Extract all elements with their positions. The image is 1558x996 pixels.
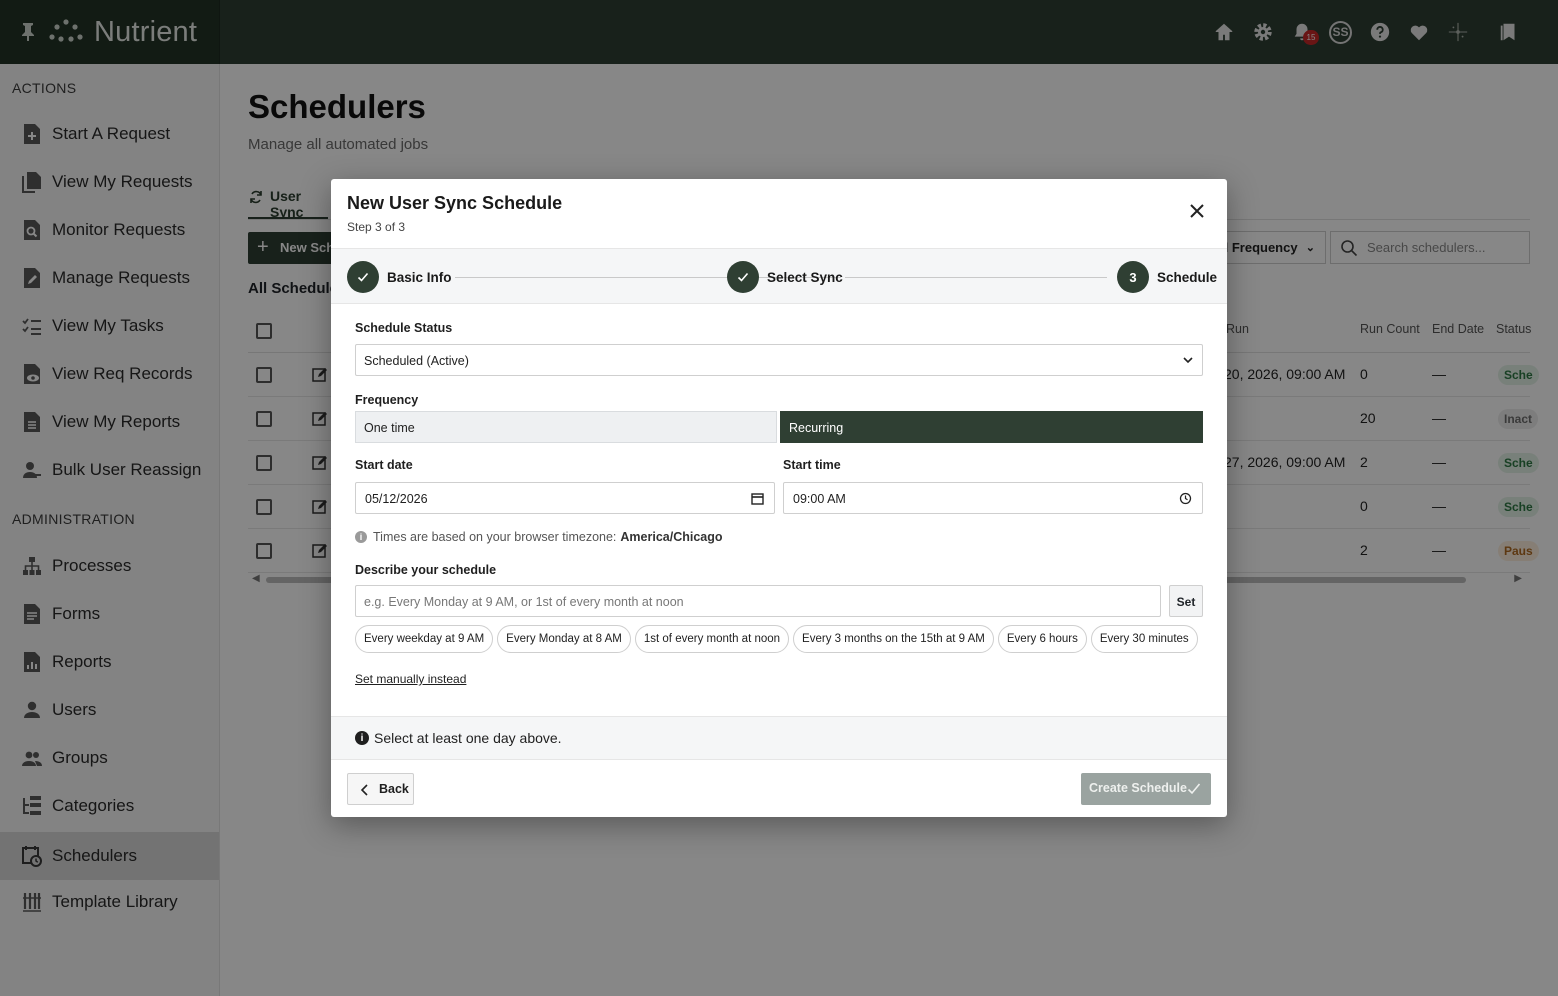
schedule-status-value: Scheduled (Active) bbox=[364, 354, 469, 368]
start-date-field[interactable]: 05/12/2026 bbox=[355, 482, 775, 514]
validation-notice-text: Select at least one day above. bbox=[374, 730, 562, 746]
describe-schedule-placeholder: e.g. Every Monday at 9 AM, or 1st of eve… bbox=[364, 595, 684, 609]
stepper: Basic Info Select Sync 3 Schedule bbox=[331, 248, 1227, 304]
start-date-value: 05/12/2026 bbox=[365, 492, 428, 506]
describe-schedule-label: Describe your schedule bbox=[355, 563, 497, 577]
clock-icon[interactable] bbox=[1179, 492, 1192, 505]
chevron-left-icon bbox=[360, 784, 368, 796]
back-button[interactable]: Back bbox=[347, 773, 414, 805]
info-icon: i bbox=[355, 531, 367, 543]
dialog-title: New User Sync Schedule bbox=[347, 193, 563, 213]
new-schedule-dialog: New User Sync Schedule Step 3 of 3 Basic… bbox=[331, 179, 1227, 817]
frequency-label: Frequency bbox=[355, 393, 419, 407]
close-icon[interactable] bbox=[1189, 203, 1205, 219]
schedule-status-select[interactable]: Scheduled (Active) bbox=[355, 344, 1203, 376]
step-done-circle bbox=[727, 261, 759, 293]
frequency-option-one-time[interactable]: One time bbox=[355, 411, 777, 443]
suggestion-chip[interactable]: Every 3 months on the 15th at 9 AM bbox=[793, 625, 994, 653]
dialog-step-text: Step 3 of 3 bbox=[347, 220, 406, 234]
step-connector bbox=[845, 277, 1107, 278]
info-icon: i bbox=[355, 731, 369, 745]
check-icon bbox=[357, 272, 369, 282]
suggestion-chips: Every weekday at 9 AM Every Monday at 8 … bbox=[355, 625, 1202, 653]
start-date-label: Start date bbox=[355, 458, 413, 472]
create-schedule-label: Create Schedule bbox=[1089, 781, 1187, 795]
describe-schedule-input[interactable]: e.g. Every Monday at 9 AM, or 1st of eve… bbox=[355, 585, 1161, 617]
set-manually-link[interactable]: Set manually instead bbox=[355, 672, 466, 686]
validation-notice: i Select at least one day above. bbox=[331, 716, 1227, 760]
schedule-status-label: Schedule Status bbox=[355, 321, 453, 335]
step-basic-info: Basic Info bbox=[347, 261, 452, 293]
step-label: Basic Info bbox=[387, 269, 452, 285]
step-done-circle bbox=[347, 261, 379, 293]
timezone-value: America/Chicago bbox=[620, 530, 723, 544]
check-icon bbox=[1187, 783, 1201, 795]
step-number-circle: 3 bbox=[1117, 261, 1149, 293]
create-schedule-button[interactable]: Create Schedule bbox=[1081, 773, 1211, 805]
step-schedule: 3 Schedule bbox=[1117, 261, 1217, 293]
step-select-sync: Select Sync bbox=[727, 261, 843, 293]
set-button[interactable]: Set bbox=[1169, 585, 1203, 617]
calendar-icon[interactable] bbox=[751, 492, 764, 505]
check-icon bbox=[737, 272, 749, 282]
start-time-value: 09:00 AM bbox=[793, 492, 846, 506]
suggestion-chip[interactable]: Every 6 hours bbox=[997, 625, 1087, 653]
timezone-note-text: Times are based on your browser timezone… bbox=[373, 530, 617, 544]
suggestion-chip[interactable]: Every 30 minutes bbox=[1090, 625, 1198, 653]
start-time-field[interactable]: 09:00 AM bbox=[783, 482, 1203, 514]
timezone-note: i Times are based on your browser timezo… bbox=[355, 530, 723, 544]
suggestion-chip[interactable]: Every weekday at 9 AM bbox=[355, 625, 494, 653]
suggestion-chip[interactable]: 1st of every month at noon bbox=[634, 625, 790, 653]
back-button-label: Back bbox=[379, 782, 409, 796]
chevron-down-icon bbox=[1183, 357, 1193, 364]
suggestion-chip[interactable]: Every Monday at 8 AM bbox=[497, 625, 631, 653]
step-label: Select Sync bbox=[767, 269, 843, 285]
start-time-label: Start time bbox=[783, 458, 841, 472]
step-label: Schedule bbox=[1157, 269, 1218, 285]
frequency-option-recurring[interactable]: Recurring bbox=[780, 411, 1203, 443]
